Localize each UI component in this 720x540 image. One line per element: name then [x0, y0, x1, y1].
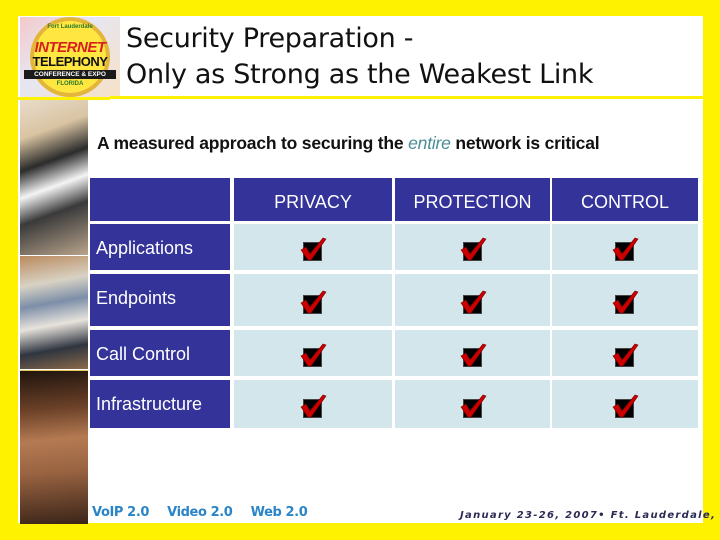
table-cell: [552, 330, 698, 376]
title-line-2: Only as Strong as the Weakest Link: [126, 59, 594, 90]
row-header-label: Applications: [96, 238, 194, 258]
footer-tag-voip: VoIP 2.0: [92, 505, 150, 520]
column-header-label: PROTECTION: [413, 192, 532, 212]
slide-title: Security Preparation - Only as Strong as…: [120, 17, 702, 97]
checkbox-checked-icon: [299, 341, 327, 367]
table-cell: [234, 330, 392, 376]
conference-logo: Fort Lauderdale INTERNET TELEPHONY CONFE…: [20, 17, 120, 97]
checkbox-checked-icon: [459, 235, 487, 261]
footer-tags: VoIP 2.0 Video 2.0 Web 2.0: [92, 505, 321, 520]
logo-city: Fort Lauderdale: [47, 24, 93, 30]
slide-subtitle: A measured approach to securing the enti…: [97, 133, 600, 154]
column-header-privacy: PRIVACY: [234, 178, 392, 221]
checkbox-checked-icon: [459, 288, 487, 314]
checkbox-checked-icon: [299, 288, 327, 314]
column-header-label: CONTROL: [580, 192, 669, 212]
subtitle-emphasis: entire: [408, 133, 451, 153]
checkbox-checked-icon: [611, 235, 639, 261]
subtitle-before: A measured approach to securing the: [97, 133, 409, 153]
footer-event-info: January 23-26, 2007• Ft. Lauderdale, Flo…: [460, 510, 720, 521]
column-header-label: PRIVACY: [274, 192, 352, 212]
row-header-label: Call Control: [96, 344, 191, 364]
table-cell: [234, 380, 392, 428]
checkbox-checked-icon: [611, 288, 639, 314]
photo-woman-headset: [20, 370, 88, 524]
row-header-endpoints: Endpoints: [90, 274, 230, 326]
title-divider: [110, 96, 703, 99]
row-header-infrastructure: Infrastructure: [90, 380, 230, 428]
checkbox-checked-icon: [459, 341, 487, 367]
table-cell: [395, 274, 550, 326]
table-cell: [552, 274, 698, 326]
table-cell: [552, 224, 698, 270]
table-cell: [395, 224, 550, 270]
column-header-control: CONTROL: [552, 178, 698, 221]
subtitle-after: network is critical: [450, 133, 600, 153]
checkbox-checked-icon: [299, 392, 327, 418]
table-cell: [552, 380, 698, 428]
checkbox-checked-icon: [611, 392, 639, 418]
row-header-applications: Applications: [90, 224, 230, 270]
table-cell: [395, 330, 550, 376]
table-cell: [234, 274, 392, 326]
footer-tag-web: Web 2.0: [250, 505, 308, 520]
checkbox-checked-icon: [459, 392, 487, 418]
row-header-call-control: Call Control: [90, 330, 230, 376]
photo-strip: [20, 100, 88, 524]
title-line-1: Security Preparation -: [126, 23, 414, 54]
column-header-protection: PROTECTION: [395, 178, 550, 221]
table-cell: [234, 224, 392, 270]
row-header-label: Endpoints: [96, 288, 177, 308]
logo-telephony: TELEPHONY: [32, 54, 108, 69]
row-header-label: Infrastructure: [96, 394, 203, 414]
checkbox-checked-icon: [611, 341, 639, 367]
logo-state: FLORIDA: [56, 81, 84, 87]
photo-businesswoman: [20, 100, 88, 255]
photo-man-at-computer: [20, 256, 88, 369]
logo-conference: CONFERENCE & EXPO: [24, 70, 116, 79]
table-corner-cell: [90, 178, 230, 221]
checkbox-checked-icon: [299, 235, 327, 261]
table-cell: [395, 380, 550, 428]
footer-tag-video: Video 2.0: [167, 505, 233, 520]
